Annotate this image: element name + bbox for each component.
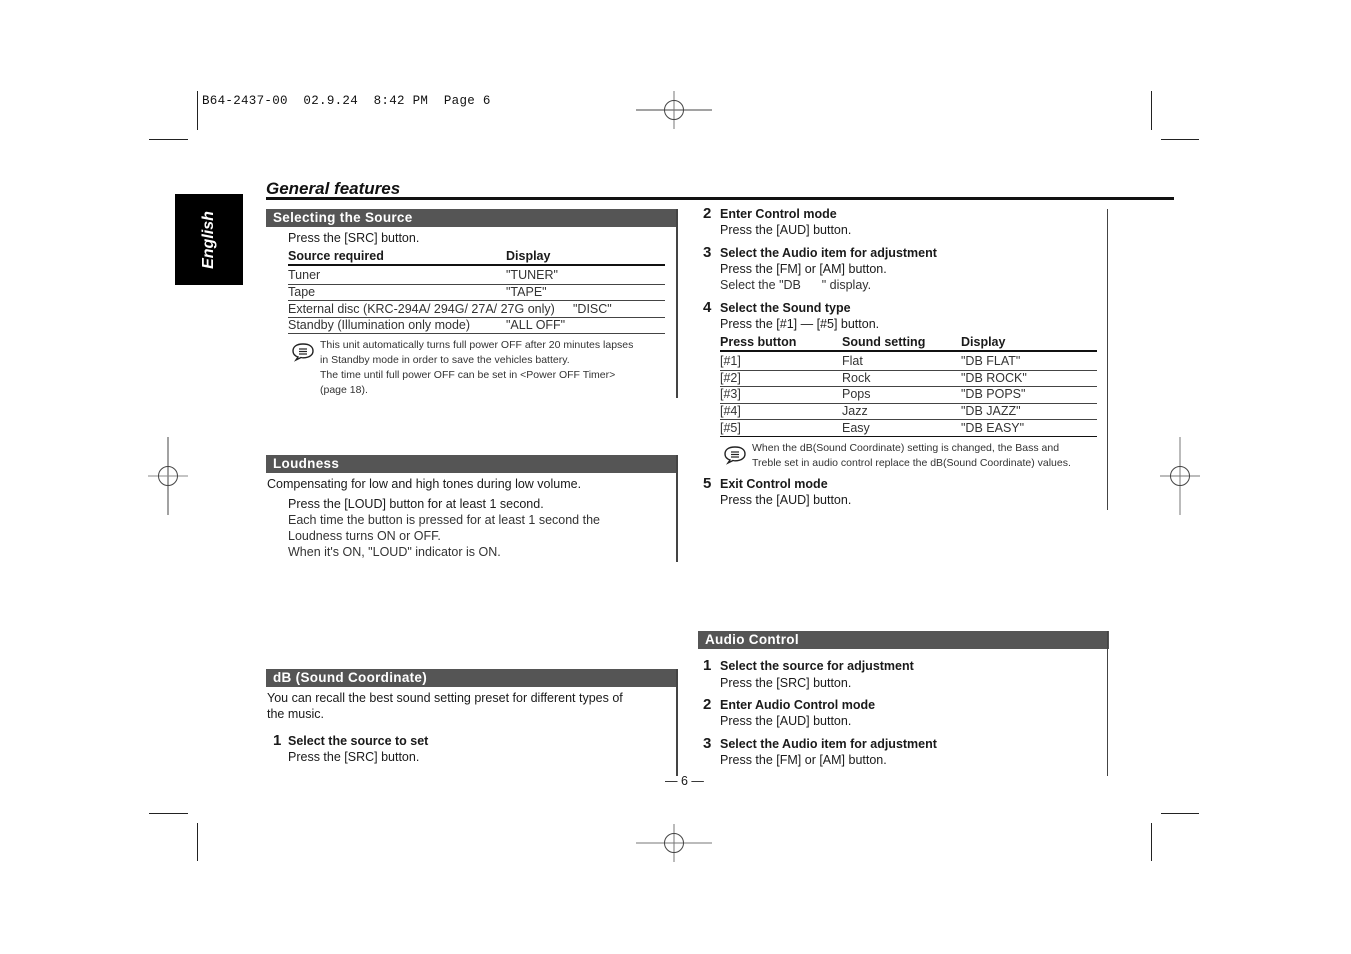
step-title: Select the source for adjustment <box>720 659 914 673</box>
note-icon <box>724 446 746 465</box>
step-title: Select the source to set <box>288 734 429 748</box>
step-title: Exit Control mode <box>720 477 828 491</box>
detail-text: When it's ON, "LOUD" indicator is ON. <box>288 545 501 559</box>
step-text: Press the [SRC] button. <box>288 750 420 764</box>
column-rule <box>1107 631 1108 776</box>
registration-mark-icon <box>636 824 712 862</box>
table-cell: Flat <box>842 354 863 368</box>
step-text: Press the [AUD] button. <box>720 714 852 728</box>
crop-mark <box>197 823 198 861</box>
column-rule <box>676 669 678 776</box>
table-cell: Standby (Illumination only mode) <box>288 318 471 332</box>
table-cell: [#1] <box>720 354 741 368</box>
table-cell: "DB EASY" <box>961 421 1025 435</box>
table-cell: "DB FLAT" <box>961 354 1021 368</box>
table-header: Display <box>961 335 1006 349</box>
step-title: Select the Audio item for adjustment <box>720 737 937 751</box>
step-text: Press the [AUD] button. <box>720 223 852 237</box>
crop-mark <box>1161 813 1199 814</box>
note-line: (page 18). <box>320 384 368 396</box>
table-cell: "ALL OFF" <box>506 318 566 332</box>
page-title: General features <box>266 179 401 198</box>
step-number: 1 <box>703 657 712 674</box>
step-number: 2 <box>703 205 712 222</box>
step-text: Press the [AUD] button. <box>720 493 852 507</box>
table-cell: Jazz <box>842 404 868 418</box>
section-heading-selecting-source: Selecting the Source <box>266 209 678 227</box>
section-heading-loudness: Loudness <box>266 455 678 473</box>
note-text: When the dB(Sound Coordinate) setting is… <box>752 441 1071 471</box>
table-cell: "DB JAZZ" <box>961 404 1021 418</box>
table-header: Press button <box>720 335 797 349</box>
intro-text: Compensating for low and high tones duri… <box>267 477 582 491</box>
crop-mark <box>1151 91 1152 130</box>
step-number: 5 <box>703 475 712 492</box>
step-number: 4 <box>703 299 712 316</box>
section-heading-audio-control: Audio Control <box>698 631 1109 649</box>
table-cell: "DISC" <box>573 302 612 316</box>
step-text: Press the [#1] — [#5] button. <box>720 317 880 331</box>
step-title: Select the Sound type <box>720 301 851 315</box>
table-cell: [#5] <box>720 421 741 435</box>
table-cell: [#4] <box>720 404 741 418</box>
table-cell: "TAPE" <box>506 285 547 299</box>
instruction-text: Press the [SRC] button. <box>288 231 420 245</box>
step-title: Select the Audio item for adjustment <box>720 246 937 260</box>
note-line: This unit automatically turns full power… <box>320 339 634 351</box>
table-cell: "TUNER" <box>506 268 558 282</box>
note-line: The time until full power OFF can be set… <box>320 369 616 381</box>
note-line: in Standby mode in order to save the veh… <box>320 354 570 366</box>
note-text: This unit automatically turns full power… <box>320 338 633 398</box>
step-text: Press the [FM] or [AM] button. <box>720 753 887 767</box>
note-line: Treble set in audio control replace the … <box>752 457 1071 469</box>
step-title: Enter Control mode <box>720 207 837 221</box>
table-cell: [#3] <box>720 387 741 401</box>
table-cell: Tape <box>288 285 316 299</box>
detail-text: Loudness turns ON or OFF. <box>288 529 441 543</box>
crop-mark <box>149 813 188 814</box>
table-cell: "DB POPS" <box>961 387 1026 401</box>
step-subtext: Select the "DB " display. <box>720 278 872 292</box>
crop-mark <box>197 91 198 130</box>
note-line: When the dB(Sound Coordinate) setting is… <box>752 442 1060 454</box>
table-header: Source required <box>288 249 384 263</box>
detail-text: Each time the button is pressed for at l… <box>288 513 600 527</box>
table-cell: Easy <box>842 421 870 435</box>
step-number: 3 <box>703 244 712 261</box>
intro-text: You can recall the best sound setting pr… <box>267 691 623 705</box>
table-cell: Tuner <box>288 268 321 282</box>
column-rule <box>1107 209 1108 510</box>
crop-mark <box>1161 139 1199 140</box>
table-header: Sound setting <box>842 335 926 349</box>
note-icon <box>292 343 314 362</box>
intro-text: the music. <box>267 707 324 721</box>
table-cell: [#2] <box>720 371 741 385</box>
page-number: — 6 — <box>665 774 704 788</box>
language-tab: English <box>175 194 243 285</box>
registration-mark-icon <box>1160 437 1200 515</box>
registration-mark-icon <box>636 91 712 129</box>
table-cell: Pops <box>842 387 871 401</box>
title-rule <box>266 197 1174 200</box>
instruction-text: Press the [LOUD] button for at least 1 s… <box>288 497 544 511</box>
table-cell: External disc (KRC-294A/ 294G/ 27A/ 27G … <box>288 302 555 316</box>
table-header: Display <box>506 249 551 263</box>
step-number: 1 <box>273 732 282 749</box>
language-label: English <box>200 210 217 269</box>
crop-mark <box>1151 823 1152 861</box>
step-number: 3 <box>703 735 712 752</box>
column-rule <box>676 455 678 562</box>
print-header: B64-2437-00 02.9.24 8:42 PM Page 6 <box>202 94 491 108</box>
section-heading-db-sound: dB (Sound Coordinate) <box>266 669 678 687</box>
table-cell: "DB ROCK" <box>961 371 1027 385</box>
step-title: Enter Audio Control mode <box>720 698 876 712</box>
step-text: Press the [FM] or [AM] button. <box>720 262 887 276</box>
step-text: Press the [SRC] button. <box>720 676 852 690</box>
column-rule <box>676 209 678 398</box>
step-number: 2 <box>703 696 712 713</box>
crop-mark <box>149 139 188 140</box>
table-cell: Rock <box>842 371 871 385</box>
registration-mark-icon <box>148 437 188 515</box>
